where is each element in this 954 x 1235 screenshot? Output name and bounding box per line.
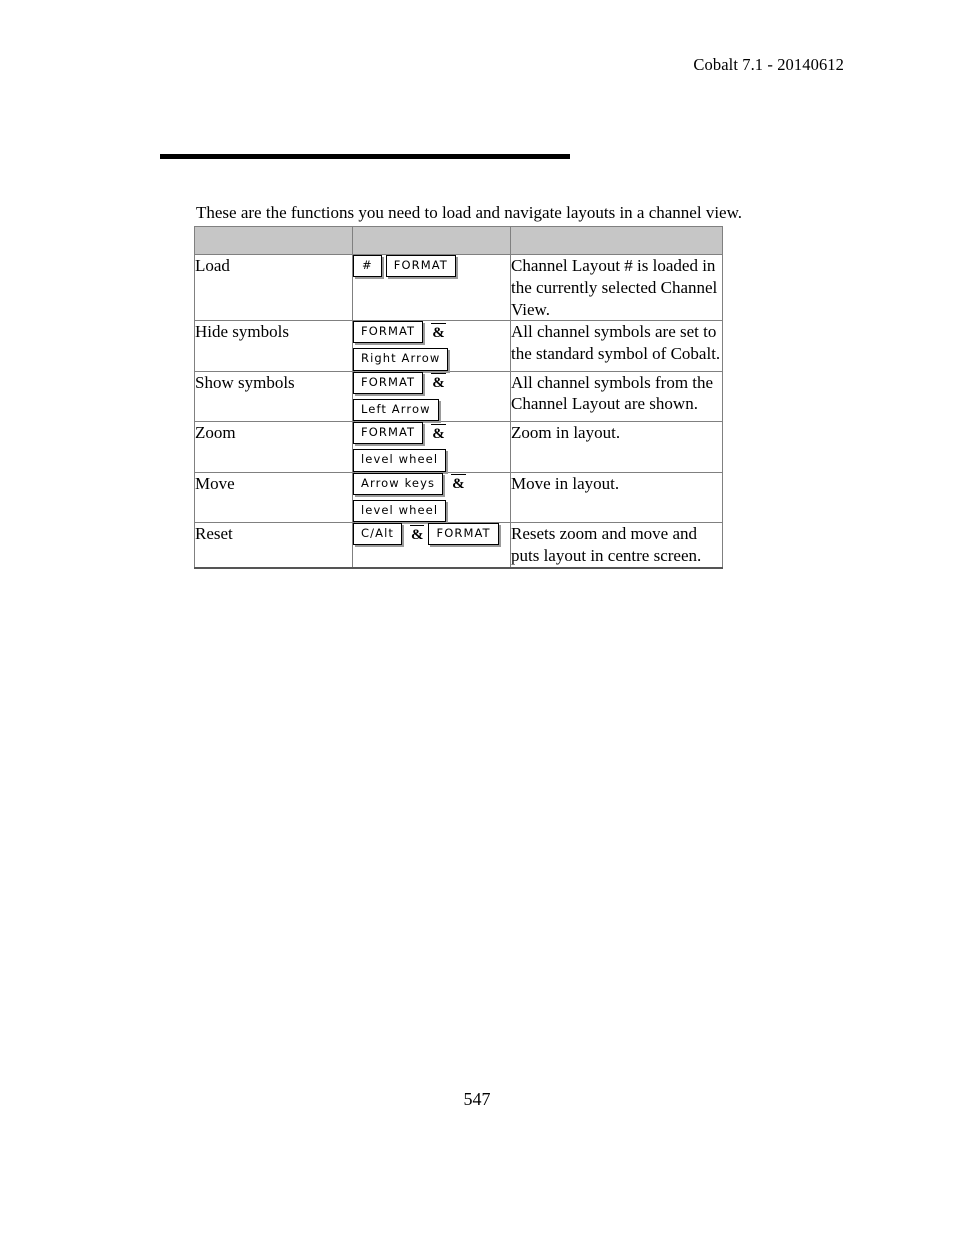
- key-badge: Left Arrow: [353, 398, 439, 422]
- key-badge: FORMAT: [353, 321, 424, 344]
- key-combo-line: FORMAT &: [353, 321, 510, 344]
- row-description: All channel symbols from the Channel Lay…: [510, 370, 723, 423]
- table-row: Show symbols FORMAT & Left Arrow All channel…: [194, 370, 723, 423]
- key-badge-label: Right Arrow: [355, 350, 447, 369]
- key-badge: C/Alt: [353, 523, 402, 546]
- key-combo-line: # FORMAT: [353, 255, 510, 278]
- key-badge: Arrow keys: [353, 472, 444, 495]
- key-badge: FORMAT: [385, 255, 456, 278]
- row-key-combo: Arrow keys & level wheel: [352, 471, 511, 524]
- key-badge: Right Arrow: [353, 348, 449, 371]
- table-row: Zoom FORMAT & level wheel Zoom in layout.: [194, 421, 723, 473]
- row-key-combo: FORMAT & level wheel: [352, 421, 511, 473]
- row-description: All channel symbols are set to the stand…: [510, 320, 723, 372]
- column-header-action: [194, 226, 353, 255]
- row-description: Move in layout.: [510, 471, 723, 524]
- key-badge-label: FORMAT: [355, 373, 422, 392]
- key-badge: FORMAT: [353, 422, 424, 445]
- intro-paragraph: These are the functions you need to load…: [196, 203, 743, 222]
- key-combo-line: Right Arrow: [353, 348, 510, 371]
- running-header: Cobalt 7.1 - 20140612: [693, 55, 844, 74]
- key-badge-label: Arrow keys: [355, 474, 442, 493]
- row-action-label: Reset: [194, 522, 353, 569]
- table-row: Hide symbols FORMAT & Right Arrow All channe…: [194, 320, 723, 372]
- key-combo-ampersand: &: [431, 373, 446, 392]
- key-badge-label: FORMAT: [387, 257, 454, 276]
- key-combo-ampersand: &: [409, 524, 425, 543]
- column-header-keys: [352, 226, 511, 255]
- key-badge-label: FORMAT: [355, 323, 422, 342]
- column-header-description: [510, 226, 723, 255]
- key-combo-ampersand: &: [451, 474, 466, 493]
- row-description: Channel Layout # is loaded in the curren…: [510, 253, 723, 322]
- row-action-label: Load: [194, 253, 353, 322]
- key-combo-line: FORMAT &: [353, 371, 510, 394]
- table-row: Reset C/Alt & FORMAT Resets zoom and move an…: [194, 522, 723, 569]
- row-action-label: Move: [194, 471, 353, 524]
- table-row: Load # FORMAT Channel Layout # is loaded in…: [194, 253, 723, 322]
- table-header-row: [194, 226, 723, 255]
- key-badge: #: [353, 255, 382, 278]
- key-badge-label: FORMAT: [430, 525, 497, 544]
- heading-rule: [160, 154, 570, 159]
- key-badge-label: C/Alt: [355, 525, 400, 544]
- key-combo-line: Left Arrow: [353, 398, 510, 422]
- row-key-combo: FORMAT & Right Arrow: [352, 320, 511, 372]
- key-combo-line: FORMAT &: [353, 422, 510, 445]
- page-number: 547: [463, 1089, 491, 1109]
- key-badge-label: level wheel: [355, 501, 445, 520]
- key-combo-line: level wheel: [353, 499, 510, 522]
- row-description: Resets zoom and move and puts layout in …: [510, 522, 723, 569]
- row-key-combo: FORMAT & Left Arrow: [352, 370, 511, 423]
- key-combo-line: level wheel: [353, 449, 510, 472]
- key-badge-label: FORMAT: [355, 424, 422, 443]
- key-combo-ampersand: &: [431, 423, 446, 442]
- key-badge: FORMAT: [428, 523, 499, 546]
- row-key-combo: # FORMAT: [352, 253, 511, 322]
- key-badge: level wheel: [353, 499, 447, 522]
- key-badge-label: #: [355, 257, 380, 276]
- row-description: Zoom in layout.: [510, 421, 723, 473]
- row-key-combo: C/Alt & FORMAT: [352, 522, 511, 569]
- key-combo-line: C/Alt & FORMAT: [353, 523, 510, 546]
- row-action-label: Show symbols: [194, 370, 353, 423]
- key-badge: level wheel: [353, 449, 447, 472]
- key-badge-label: level wheel: [355, 451, 445, 470]
- layout-functions-table: Load # FORMAT Channel Layout # is loaded in…: [194, 226, 723, 569]
- key-combo-ampersand: &: [431, 322, 446, 341]
- key-badge-label: Left Arrow: [355, 400, 437, 420]
- table-row: Move Arrow keys & level wheel Move in layout…: [194, 471, 723, 524]
- key-badge: FORMAT: [353, 371, 424, 394]
- table-body: Load # FORMAT Channel Layout # is loaded in…: [194, 253, 723, 569]
- row-action-label: Hide symbols: [194, 320, 353, 372]
- row-action-label: Zoom: [194, 421, 353, 473]
- key-combo-line: Arrow keys &: [353, 472, 510, 495]
